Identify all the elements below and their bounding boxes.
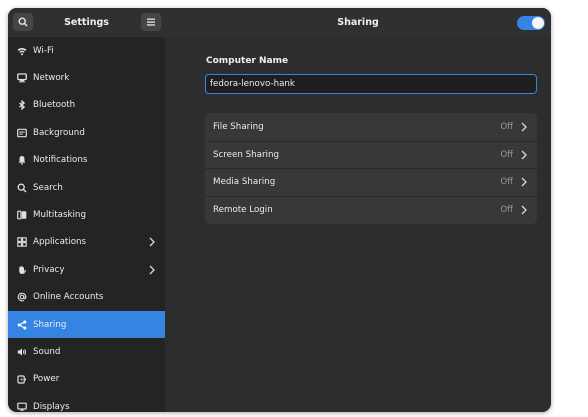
sidebar-item-label: Sharing [33, 319, 67, 330]
sidebar-item-multitasking[interactable]: Multitasking [8, 201, 165, 228]
computer-name-input[interactable] [205, 74, 537, 94]
row-status: Off [500, 121, 513, 132]
sidebar-item-online-accounts[interactable]: Online Accounts [8, 284, 165, 311]
sidebar-item-label: Power [33, 374, 60, 385]
remote-login-row[interactable]: Remote Login Off [205, 196, 537, 224]
sidebar-item-label: Online Accounts [33, 292, 104, 303]
share-icon [17, 320, 27, 330]
sidebar-item-label: Sound [33, 346, 61, 357]
row-label: Remote Login [213, 205, 273, 216]
row-status: Off [500, 205, 513, 216]
settings-window: Settings Wi-Fi Network Bluetooth Backgro… [8, 8, 551, 412]
menu-button[interactable] [141, 13, 161, 31]
bluetooth-icon [17, 100, 27, 111]
sidebar-header: Settings [8, 8, 165, 37]
grid-icon [17, 237, 27, 248]
row-status: Off [500, 177, 513, 188]
chevron-right-icon [149, 237, 155, 247]
file-sharing-row[interactable]: File Sharing Off [205, 113, 537, 141]
speaker-icon [17, 347, 27, 357]
sidebar-item-label: Privacy [33, 264, 65, 275]
sidebar-item-power[interactable]: Power [8, 366, 165, 393]
chevron-right-icon [521, 205, 527, 215]
at-icon [17, 292, 27, 302]
sidebar-item-label: Displays [33, 401, 70, 412]
page-title: Sharing [337, 17, 379, 28]
sidebar-item-label: Multitasking [33, 210, 86, 221]
background-icon [17, 128, 27, 138]
power-icon [17, 374, 27, 384]
sidebar-item-privacy[interactable]: Privacy [8, 256, 165, 283]
main-header: Sharing [165, 8, 551, 37]
chevron-right-icon [521, 177, 527, 187]
computer-name-label: Computer Name [206, 56, 289, 66]
screen-sharing-row[interactable]: Screen Sharing Off [205, 141, 537, 169]
media-sharing-row[interactable]: Media Sharing Off [205, 169, 537, 197]
sidebar-item-background[interactable]: Background [8, 119, 165, 146]
sidebar-item-label: Bluetooth [33, 100, 76, 111]
sidebar-list: Wi-Fi Network Bluetooth Background Notif… [8, 37, 165, 412]
sidebar-item-label: Wi-Fi [33, 45, 54, 56]
hamburger-icon [147, 18, 155, 26]
sidebar-item-label: Network [33, 73, 70, 84]
sidebar-item-network[interactable]: Network [8, 64, 165, 91]
sidebar-item-wifi[interactable]: Wi-Fi [8, 37, 165, 64]
sidebar: Settings Wi-Fi Network Bluetooth Backgro… [8, 8, 165, 412]
multitasking-icon [17, 210, 27, 220]
chevron-right-icon [521, 122, 527, 132]
bell-icon [17, 155, 27, 165]
chevron-right-icon [521, 150, 527, 160]
row-label: Screen Sharing [213, 149, 279, 160]
chevron-right-icon [149, 265, 155, 275]
network-icon [17, 73, 27, 83]
sidebar-item-search[interactable]: Search [8, 174, 165, 201]
search-icon [17, 183, 27, 193]
sidebar-item-notifications[interactable]: Notifications [8, 147, 165, 174]
row-label: File Sharing [213, 121, 264, 132]
sidebar-item-sharing[interactable]: Sharing [8, 310, 165, 339]
sidebar-item-bluetooth[interactable]: Bluetooth [8, 92, 165, 119]
sharing-toggle[interactable] [517, 16, 545, 30]
sidebar-item-label: Background [33, 127, 85, 138]
sidebar-item-sound[interactable]: Sound [8, 338, 165, 365]
toggle-knob [532, 17, 544, 29]
main-panel: Sharing Computer Name File Sharing Off S… [165, 8, 551, 412]
hand-icon [17, 265, 27, 275]
sidebar-item-label: Search [33, 182, 63, 193]
sharing-options-list: File Sharing Off Screen Sharing Off Medi… [205, 113, 537, 224]
row-label: Media Sharing [213, 177, 276, 188]
display-icon [17, 402, 27, 412]
sidebar-item-label: Applications [33, 237, 87, 248]
sidebar-item-displays[interactable]: Displays [8, 393, 165, 412]
sidebar-item-label: Notifications [33, 155, 88, 166]
row-status: Off [500, 149, 513, 160]
wifi-icon [17, 46, 27, 56]
sidebar-item-applications[interactable]: Applications [8, 229, 165, 256]
